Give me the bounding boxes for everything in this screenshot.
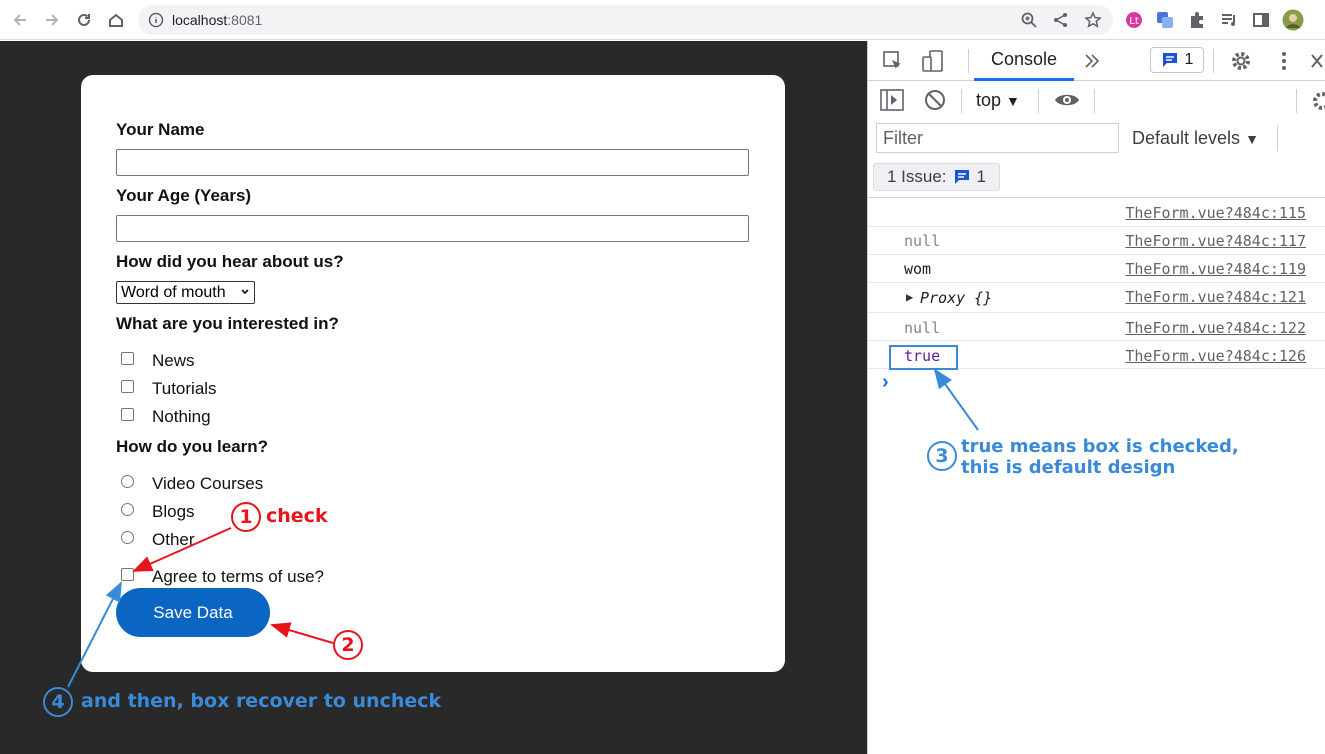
annotation-3-number: 3 xyxy=(927,441,957,471)
annotation-3-text: true means box is checked, this is defau… xyxy=(961,436,1239,478)
annotation-1-number: 1 xyxy=(231,502,261,532)
annotation-1-text: check xyxy=(266,505,328,527)
highlight-box xyxy=(889,345,958,370)
annotation-3-line-2: this is default design xyxy=(961,457,1176,478)
annotation-4-text: and then, box recover to uncheck xyxy=(81,690,442,712)
annotation-4-number: 4 xyxy=(43,687,73,717)
arrow-4 xyxy=(67,581,122,688)
arrow-3 xyxy=(933,368,979,431)
arrow-2 xyxy=(270,622,334,644)
annotation-2-number: 2 xyxy=(333,630,363,660)
arrow-1 xyxy=(132,527,232,572)
annotation-3-line-1: true means box is checked, xyxy=(961,436,1239,457)
annotation-overlay xyxy=(67,345,979,688)
